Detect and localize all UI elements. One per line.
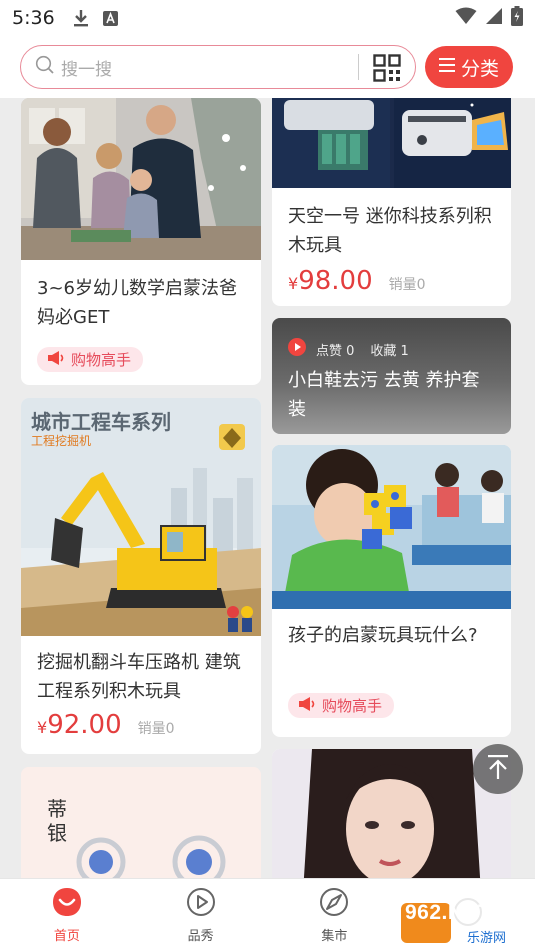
card-tag: 购物高手 [288, 693, 395, 718]
app-notification-icon [102, 10, 118, 26]
likes-count: 点赞 0 [316, 343, 355, 359]
play-icon [186, 887, 216, 921]
card-title: 挖掘机翻斗车压路机 建筑工程系列积木玩具 [37, 652, 241, 702]
banner-subtitle: 工程挖掘机 [31, 434, 92, 448]
megaphone-icon [47, 350, 65, 369]
card-image: 城市工程车系列 工程挖掘机 [21, 398, 261, 636]
card-title: 孩子的启蒙玩具玩什么? [288, 625, 478, 646]
card-image [272, 445, 511, 609]
card-tag-label: 购物高手 [71, 351, 132, 369]
price-value: 92.00 [47, 710, 122, 740]
menu-icon [438, 56, 457, 78]
download-icon [73, 9, 89, 27]
status-time: 5:36 [12, 7, 55, 29]
watermark-subtext: 乐游网 [467, 931, 507, 946]
watermark-logo: 962.NET 乐游网 [397, 897, 532, 949]
card-image: 蒂银 [21, 767, 261, 878]
category-button[interactable]: 分类 [425, 46, 513, 88]
feed-card[interactable]: 蒂银 [21, 767, 261, 878]
arrow-up-icon [486, 754, 510, 784]
nav-label: 品秀 [187, 929, 214, 944]
price-value: 98.00 [298, 266, 373, 296]
signal-icon [485, 7, 503, 29]
watermark-text: 962.NET [405, 901, 492, 924]
product-feed[interactable]: 3~6岁幼儿数学启蒙法爸妈必GET 购物高手 天空一号 迷你科技系列积木玩具 ¥… [0, 98, 535, 878]
compass-icon [319, 887, 349, 921]
battery-icon [511, 6, 523, 30]
sales-count: 销量0 [388, 277, 426, 293]
nav-item-home[interactable]: 首页 [0, 879, 134, 952]
header: 搜一搜 分类 [0, 36, 535, 98]
category-label: 分类 [460, 57, 499, 80]
card-title: 3~6岁幼儿数学启蒙法爸妈必GET [37, 278, 237, 328]
feed-card[interactable]: 城市工程车系列 工程挖掘机 挖掘机翻斗车压路机 建筑工程系列积木玩具 ¥ 92.… [21, 398, 261, 754]
feed-card[interactable]: 3~6岁幼儿数学启蒙法爸妈必GET 购物高手 [21, 98, 261, 385]
brand-text: 蒂银 [47, 797, 67, 845]
card-title: 天空一号 迷你科技系列积木玩具 [288, 206, 492, 256]
home-icon [52, 887, 82, 921]
megaphone-icon [298, 696, 316, 715]
favorites-count: 收藏 1 [370, 343, 409, 359]
nav-item-pinxiu[interactable]: 品秀 [134, 879, 268, 952]
price-currency: ¥ [37, 718, 48, 737]
stats-row: 点赞 0 收藏 1 [272, 318, 511, 360]
wifi-icon [455, 7, 477, 29]
price-currency: ¥ [288, 274, 299, 293]
price-row: ¥ 92.00 销量0 [21, 710, 261, 740]
card-image [272, 98, 511, 188]
play-icon [288, 338, 306, 360]
feed-card[interactable]: 点赞 0 收藏 1 小白鞋去污 去黄 养护套装 [272, 318, 511, 434]
card-image [21, 98, 261, 260]
card-title: 小白鞋去污 去黄 养护套装 [288, 370, 480, 420]
banner-title: 城市工程车系列 [31, 410, 171, 434]
nav-label: 首页 [53, 929, 80, 944]
price-row: ¥ 98.00 销量0 [272, 266, 511, 296]
nav-label: 集市 [321, 929, 348, 944]
search-icon [35, 55, 55, 79]
nav-item-market[interactable]: 集市 [268, 879, 402, 952]
card-tag: 购物高手 [37, 347, 144, 372]
qr-scan-icon[interactable] [373, 54, 401, 86]
search-bar[interactable]: 搜一搜 [20, 45, 416, 89]
status-right [455, 6, 523, 30]
sales-count: 销量0 [137, 721, 175, 737]
feed-card[interactable]: 天空一号 迷你科技系列积木玩具 ¥ 98.00 销量0 [272, 98, 511, 306]
status-bar: 5:36 [0, 0, 535, 36]
search-divider [358, 54, 359, 80]
card-tag-label: 购物高手 [322, 697, 383, 715]
back-to-top-button[interactable] [473, 744, 523, 794]
feed-card[interactable]: 孩子的启蒙玩具玩什么? 购物高手 [272, 445, 511, 737]
search-placeholder: 搜一搜 [61, 59, 112, 80]
